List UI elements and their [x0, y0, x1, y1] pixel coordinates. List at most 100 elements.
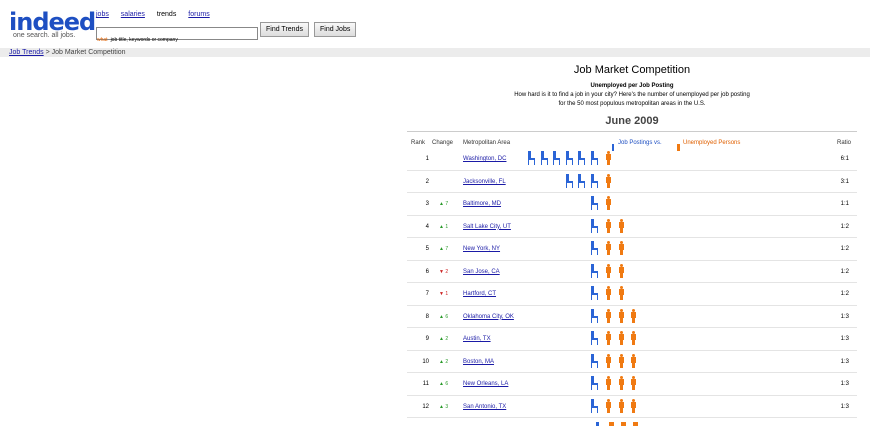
row-change: ▲ 6 [439, 381, 449, 387]
hint-what-label: what [97, 37, 108, 43]
table-row: 12 ▲ 3 San Antonio, TX 1:3 [407, 396, 857, 418]
row-city-link[interactable]: New Orleans, LA [463, 381, 508, 387]
header-rank: Rank [411, 140, 426, 146]
row-city-link[interactable]: Austin, TX [463, 336, 491, 342]
ratio-pictogram [531, 241, 624, 257]
table-row: 9 ▲ 2 Austin, TX 1:3 [407, 328, 857, 351]
subtitle-line-1: How hard is it to find a job in your cit… [514, 92, 750, 98]
subtitle-line-2: for the 50 most populous metropolitan ar… [558, 101, 706, 107]
chair-icon [553, 151, 560, 165]
logo-wordmark: indeed [9, 8, 96, 36]
row-rank: 8 [425, 313, 429, 320]
row-ratio: 3:1 [840, 178, 849, 185]
person-icon [630, 353, 637, 368]
row-city-link[interactable]: Jacksonville, FL [463, 179, 506, 185]
chair-icon [590, 331, 598, 345]
ratio-pictogram [531, 218, 624, 235]
row-rank: 3 [425, 201, 429, 207]
indeed-logo[interactable]: indeed one search. all jobs. [9, 8, 96, 39]
row-ratio: 1:2 [840, 246, 849, 252]
chair-icon [578, 173, 585, 188]
breadcrumb-job-trends-link[interactable]: Job Trends [9, 49, 44, 56]
table-row: 8 ▲ 6 Oklahoma City, OK 1:3 [407, 306, 857, 328]
row-city-link[interactable]: Oklahoma City, OK [463, 314, 514, 320]
table-row: 10 ▲ 2 Boston, MA 1:3 [407, 351, 857, 373]
page-title: Job Market Competition [573, 64, 691, 76]
find-jobs-button[interactable]: Find Jobs [314, 22, 357, 37]
chair-icon [590, 308, 598, 323]
row-city-link[interactable]: Salt Lake City, UT [463, 224, 511, 230]
nav-jobs[interactable]: jobs [96, 11, 109, 18]
search-hint: what job title, keywords or company [97, 37, 178, 43]
row-city-link[interactable]: San Jose, CA [463, 269, 500, 275]
row-change: ▲ 3 [439, 403, 449, 410]
chair-icon [565, 151, 573, 165]
chair-icon [590, 151, 598, 165]
legend-job-postings: Job Postings vs. [618, 140, 662, 146]
row-change: ▼ 2 [439, 268, 449, 275]
row-rank: 11 [422, 381, 429, 387]
top-nav: jobs salaries trends forums [96, 11, 220, 18]
person-icon [605, 376, 612, 390]
person-icon [605, 151, 612, 165]
person-icon [605, 263, 612, 278]
row-change: ▲ 7 [439, 201, 449, 207]
ratio-pictogram [531, 308, 636, 325]
chair-icon [590, 353, 598, 368]
person-icon [605, 241, 612, 255]
chair-icon [565, 173, 573, 188]
row-change: ▼ 1 [439, 291, 449, 297]
person-icon [618, 398, 625, 413]
chair-icon [590, 286, 598, 300]
chair-icon [590, 196, 598, 210]
row-ratio: 1:3 [840, 358, 849, 365]
row-ratio: 6:1 [840, 156, 849, 162]
breadcrumb-separator: > [43, 49, 52, 56]
row-ratio: 1:2 [840, 268, 849, 275]
person-icon [605, 196, 612, 210]
panel-subtitle: Unemployed per Job Posting How hard is i… [407, 82, 857, 109]
row-change: ▲ 1 [439, 223, 449, 230]
row-rank: 4 [425, 223, 429, 230]
nav-salaries[interactable]: salaries [121, 11, 145, 18]
ratio-pictogram [531, 376, 636, 392]
row-city-link[interactable]: Hartford, CT [463, 291, 496, 297]
find-trends-button[interactable]: Find Trends [260, 22, 309, 37]
row-ratio: 1:3 [840, 403, 849, 410]
nav-forums[interactable]: forums [188, 11, 209, 18]
row-ratio: 1:3 [840, 313, 849, 320]
header-change: Change [432, 140, 454, 146]
person-icon [630, 308, 637, 323]
row-city-link[interactable]: San Antonio, TX [463, 404, 506, 410]
person-icon [618, 308, 625, 323]
row-ratio: 1:2 [840, 291, 849, 297]
competition-panel: Job Market Competition Unemployed per Jo… [407, 64, 857, 426]
ratio-pictogram [528, 151, 612, 167]
person-icon [630, 376, 637, 390]
table-row: 6 ▼ 2 San Jose, CA 1:2 [407, 261, 857, 283]
table-row: 7 ▼ 1 Hartford, CT 1:2 [407, 283, 857, 306]
person-icon [618, 263, 625, 278]
row-city-link[interactable]: Boston, MA [463, 359, 494, 365]
row-city-link[interactable]: Baltimore, MD [463, 201, 501, 207]
table-row: 11 ▲ 6 New Orleans, LA 1:3 [407, 373, 857, 396]
nav-trends: trends [156, 11, 177, 18]
row-city-link[interactable]: New York, NY [463, 246, 500, 252]
ratio-pictogram [531, 331, 636, 347]
month-heading: June 2009 [407, 115, 857, 132]
chair-icon [590, 376, 598, 390]
row-city-link[interactable]: Washington, DC [463, 156, 506, 162]
person-icon [605, 286, 612, 300]
table-row: 1 Washington, DC 6:1 [407, 148, 857, 171]
chair-icon [596, 422, 599, 426]
ratio-pictogram [531, 286, 624, 302]
ratio-pictogram [531, 173, 611, 190]
chair-icon [590, 173, 598, 188]
breadcrumb: Job Trends > Job Market Competition [0, 48, 870, 57]
row-rank: 5 [425, 246, 429, 252]
table-body: 1 Washington, DC 6:1 2 Jacksonville, FL 3:1 3 ▲… [407, 148, 857, 418]
chair-icon [540, 151, 548, 165]
header-ratio: Ratio [836, 140, 851, 146]
person-icon [618, 331, 625, 345]
row-rank: 9 [425, 336, 429, 342]
